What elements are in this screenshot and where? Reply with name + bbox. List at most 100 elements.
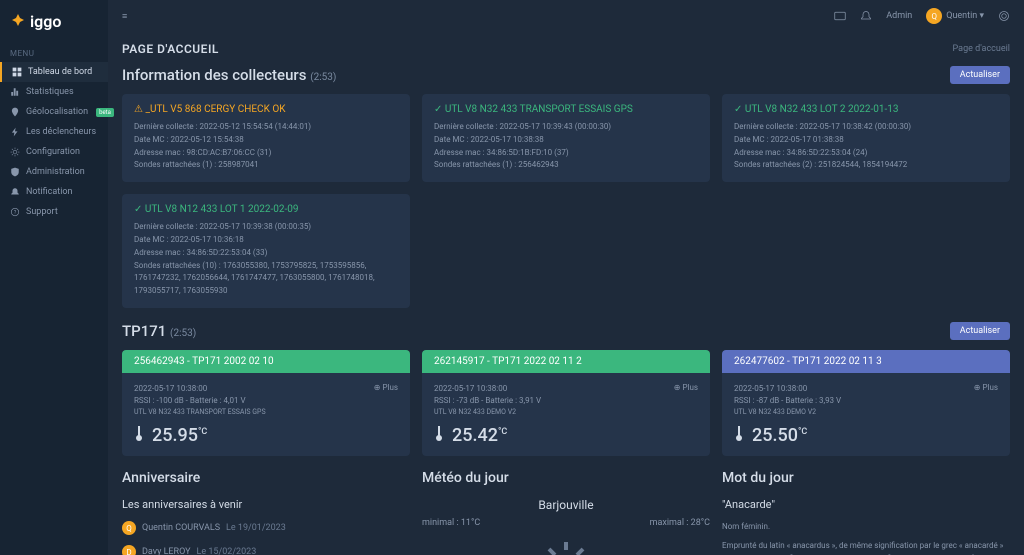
collector-card[interactable]: ✓ UTL V8 N32 433 TRANSPORT ESSAIS GPS De… — [422, 94, 710, 182]
shield-icon — [10, 167, 20, 177]
notification-icon[interactable] — [860, 10, 872, 22]
birthday-date: Le 15/02/2023 — [197, 547, 257, 555]
menu-toggle[interactable]: ≡ — [122, 11, 127, 22]
tp-more[interactable]: Plus — [974, 383, 998, 392]
collector-last: Dernière collecte : 2022-05-12 15:54:54 … — [134, 121, 398, 134]
collector-name: ✓ UTL V8 N32 433 TRANSPORT ESSAIS GPS — [434, 104, 698, 115]
dashboard-icon — [12, 67, 22, 77]
tp-header: 262477602 - TP171 2022 02 11 3 — [722, 350, 1010, 373]
thermometer-icon — [734, 425, 744, 441]
tp-header: 256462943 - TP171 2002 02 10 — [122, 350, 410, 373]
nav-geo[interactable]: Géolocalisationbeta — [0, 102, 108, 122]
settings-icon[interactable] — [998, 10, 1010, 22]
collector-date: Date MC : 2022-05-17 10:36:18 — [134, 234, 398, 247]
tp-card[interactable]: 262145917 - TP171 2022 02 11 2 Plus 2022… — [422, 350, 710, 457]
weather-min: minimal : 11°C — [422, 518, 480, 528]
thermometer-icon — [434, 425, 444, 441]
collector-name: ⚠ _UTL V5 868 CERGY CHECK OK — [134, 104, 398, 115]
gear-icon — [10, 147, 20, 157]
tp-rssi: RSSI : -100 dB - Batterie : 4,01 V — [134, 395, 398, 407]
word-title: Mot du jour — [722, 470, 1010, 486]
tp-card[interactable]: 256462943 - TP171 2002 02 10 Plus 2022-0… — [122, 350, 410, 457]
weather-location: Barjouville — [422, 498, 710, 512]
tp-more[interactable]: Plus — [674, 383, 698, 392]
birthday-date: Le 19/01/2023 — [226, 523, 286, 533]
bolt-icon — [10, 127, 20, 137]
refresh-collectors-button[interactable]: Actualiser — [950, 66, 1010, 84]
refresh-tp-button[interactable]: Actualiser — [950, 322, 1010, 340]
collector-card[interactable]: ⚠ _UTL V5 868 CERGY CHECK OK Dernière co… — [122, 94, 410, 182]
tp-time: 2022-05-17 10:38:00 — [134, 383, 398, 395]
avatar: Q — [122, 521, 136, 535]
collector-last: Dernière collecte : 2022-05-17 10:39:38 … — [134, 221, 398, 234]
collector-last: Dernière collecte : 2022-05-17 10:38:42 … — [734, 121, 998, 134]
tp-temp: 25.50°C — [752, 425, 807, 446]
birthday-panel: Anniversaire Les anniversaires à venir Q… — [122, 470, 410, 555]
birthday-name: Quentin COURVALS — [142, 523, 220, 533]
tp-sub: UTL V8 N32 433 DEMO V2 — [434, 407, 698, 418]
tp-rssi: RSSI : -73 dB - Batterie : 3,91 V — [434, 395, 698, 407]
collector-card[interactable]: ✓ UTL V8 N12 433 LOT 1 2022-02-09 Derniè… — [122, 194, 410, 308]
collector-probes: Sondes rattachées (1) : 256462943 — [434, 159, 698, 172]
sidebar: iggo MENU Tableau de bord Statistiques G… — [0, 0, 108, 555]
breadcrumb[interactable]: Page d'accueil — [953, 44, 1010, 54]
collector-name: ✓ UTL V8 N12 433 LOT 1 2022-02-09 — [134, 204, 398, 215]
birthday-name: Davy LEROY — [142, 547, 191, 555]
collector-mac: Adresse mac : 34:86:5D:22:53:04 (33) — [134, 247, 398, 260]
nav-notif[interactable]: Notification — [0, 182, 108, 202]
birthday-title: Anniversaire — [122, 470, 410, 486]
menu-label: MENU — [0, 43, 108, 62]
tp-time: 2022-05-17 10:38:00 — [434, 383, 698, 395]
collector-probes: Sondes rattachées (2) : 251824544, 18541… — [734, 159, 998, 172]
nav-config[interactable]: Configuration — [0, 142, 108, 162]
tp-title: TP171 (2:53) — [122, 322, 196, 340]
collector-date: Date MC : 2022-05-17 01:38:38 — [734, 134, 998, 147]
collector-card[interactable]: ✓ UTL V8 N32 433 LOT 2 2022-01-13 Derniè… — [722, 94, 1010, 182]
tp-time: 2022-05-17 10:38:00 — [734, 383, 998, 395]
tp-header: 262145917 - TP171 2022 02 11 2 — [422, 350, 710, 373]
page-title: PAGE D'ACCUEIL — [122, 42, 219, 56]
thermometer-icon — [134, 425, 144, 441]
collector-mac: Adresse mac : 34:86:5D:1B:FD:10 (37) — [434, 147, 698, 160]
tp-rssi: RSSI : -87 dB - Batterie : 3,93 V — [734, 395, 998, 407]
tp-card[interactable]: 262477602 - TP171 2022 02 11 3 Plus 2022… — [722, 350, 1010, 457]
help-icon: ? — [10, 207, 20, 217]
svg-text:?: ? — [14, 210, 17, 216]
user-menu[interactable]: Q Quentin ▾ — [926, 8, 984, 24]
sun-icon — [422, 538, 710, 555]
birthday-row: Q Quentin COURVALS Le 19/01/2023 — [122, 521, 410, 535]
tp-more[interactable]: Plus — [374, 383, 398, 392]
avatar: Q — [926, 8, 942, 24]
map-pin-icon — [10, 107, 20, 117]
word-p1: Emprunté du latin « anacardus », de même… — [722, 540, 1010, 555]
collector-name: ✓ UTL V8 N32 433 LOT 2 2022-01-13 — [734, 104, 998, 115]
nav-admin[interactable]: Administration — [0, 162, 108, 182]
word-panel: Mot du jour "Anacarde" Nom féminin. Empr… — [722, 470, 1010, 555]
collector-date: Date MC : 2022-05-17 10:38:38 — [434, 134, 698, 147]
nav-triggers[interactable]: Les déclencheurs — [0, 122, 108, 142]
word-of-day: "Anacarde" — [722, 498, 1010, 511]
nav-support[interactable]: ?Support — [0, 202, 108, 222]
collector-probes: Sondes rattachées (1) : 258987041 — [134, 159, 398, 172]
collector-probes: Sondes rattachées (10) : 1763055380, 175… — [134, 260, 398, 298]
collector-date: Date MC : 2022-05-12 15:54:38 — [134, 134, 398, 147]
bell-icon — [10, 187, 20, 197]
birthday-sub: Les anniversaires à venir — [122, 498, 410, 511]
tp-sub: UTL V8 N32 433 DEMO V2 — [734, 407, 998, 418]
nav-stats[interactable]: Statistiques — [0, 82, 108, 102]
weather-title: Météo du jour — [422, 470, 710, 486]
brand-logo: iggo — [0, 8, 108, 43]
tp-sub: UTL V8 N32 433 TRANSPORT ESSAIS GPS — [134, 407, 398, 418]
nav-dashboard[interactable]: Tableau de bord — [0, 62, 108, 82]
tp-temp: 25.95°C — [152, 425, 207, 446]
avatar: D — [122, 545, 136, 555]
admin-label: Admin — [886, 11, 912, 21]
weather-max: maximal : 28°C — [650, 518, 710, 528]
logo-icon — [10, 14, 26, 30]
collector-mac: Adresse mac : 34:86:5D:22:53:04 (24) — [734, 147, 998, 160]
topbar: ≡ Admin Q Quentin ▾ — [108, 0, 1024, 32]
weather-panel: Météo du jour Barjouville minimal : 11°C… — [422, 470, 710, 555]
message-icon[interactable] — [834, 10, 846, 22]
collector-last: Dernière collecte : 2022-05-17 10:39:43 … — [434, 121, 698, 134]
chart-icon — [10, 87, 20, 97]
